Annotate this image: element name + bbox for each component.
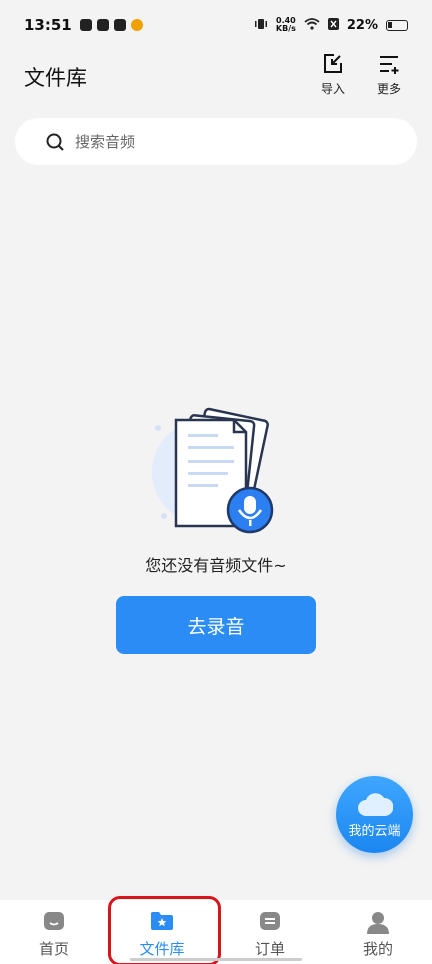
app-notification-icon	[113, 19, 126, 31]
my-cloud-button[interactable]: 我的云端	[336, 776, 413, 853]
weibo-notification-icon	[130, 19, 143, 31]
empty-audio-illustration	[150, 406, 278, 534]
tiktok-notification-icon	[79, 19, 92, 31]
mail-notification-icon	[96, 19, 109, 31]
import-label: 导入	[320, 82, 345, 96]
search-icon	[46, 133, 64, 151]
nav-label-orders: 订单	[254, 940, 285, 958]
header: 文件库 导入 更多	[0, 50, 432, 100]
highlight-box	[108, 896, 221, 964]
home-indicator	[130, 958, 302, 961]
profile-icon	[367, 912, 389, 934]
net-speed: 0.40 KB/s	[276, 17, 296, 33]
nav-label-profile: 我的	[362, 940, 393, 958]
notification-icons	[79, 19, 143, 31]
more-label: 更多	[376, 82, 401, 96]
nav-item-profile[interactable]: 我的	[324, 900, 432, 964]
cloud-icon	[358, 793, 393, 816]
sim-icon	[327, 17, 339, 33]
status-right: 0.40 KB/s 22%	[254, 17, 408, 33]
battery-percent: 22%	[346, 17, 378, 33]
net-speed-unit: KB/s	[275, 24, 296, 33]
nav-label-home: 首页	[38, 940, 69, 958]
import-icon	[324, 54, 342, 73]
search-input[interactable]: 搜索音频	[15, 118, 417, 165]
empty-state-message: 您还没有音频文件~	[145, 556, 287, 575]
wifi-icon	[304, 17, 320, 33]
more-menu-icon	[380, 56, 399, 74]
more-button[interactable]: 更多	[369, 52, 409, 97]
order-icon	[260, 912, 280, 930]
status-time: 13:51	[24, 16, 72, 34]
nav-item-orders[interactable]: 订单	[216, 900, 324, 964]
search-placeholder: 搜索音频	[75, 133, 136, 151]
page-title: 文件库	[24, 66, 87, 90]
import-button[interactable]: 导入	[313, 52, 353, 97]
home-icon	[44, 912, 64, 930]
status-bar: 13:51 0.40 KB/s 22%	[0, 0, 432, 50]
vibrate-icon	[254, 18, 268, 33]
go-record-button[interactable]: 去录音	[116, 596, 316, 654]
my-cloud-label: 我的云端	[348, 824, 401, 839]
battery-icon	[386, 19, 408, 31]
nav-item-home[interactable]: 首页	[0, 900, 108, 964]
